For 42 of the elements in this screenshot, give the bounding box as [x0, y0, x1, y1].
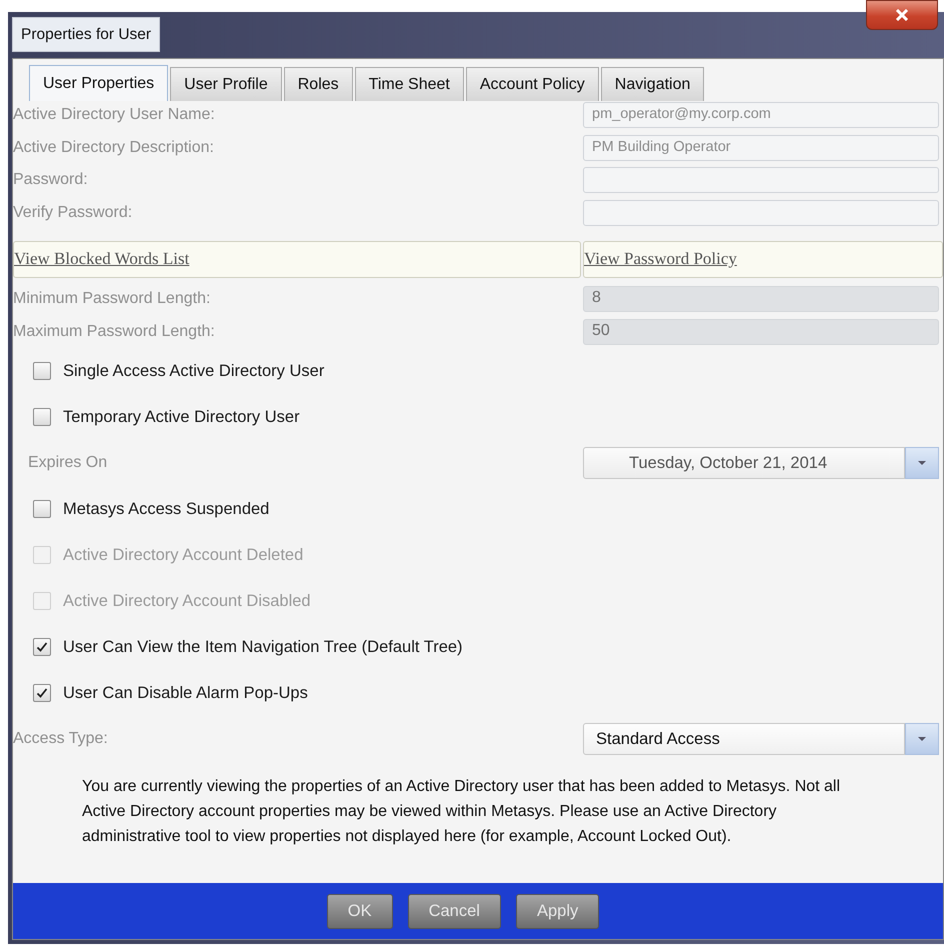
checkbox[interactable] — [33, 408, 51, 426]
checkmark-icon — [36, 641, 48, 653]
input-field[interactable] — [583, 200, 939, 226]
dropdown-arrow-icon — [917, 460, 927, 466]
checkmark-icon — [36, 687, 48, 699]
checkbox[interactable] — [33, 362, 51, 380]
checkbox-label: Single Access Active Directory User — [63, 362, 324, 380]
tab[interactable]: Navigation — [600, 67, 704, 101]
tab[interactable]: Account Policy — [466, 67, 599, 101]
field-label: Expires On — [27, 454, 108, 472]
tab[interactable]: User Properties — [29, 65, 168, 101]
tab[interactable]: Roles — [284, 67, 353, 101]
field-label: Password: — [13, 171, 89, 190]
field-label: Minimum Password Length: — [13, 290, 212, 308]
checkbox[interactable] — [33, 638, 51, 656]
window-title: Properties for User — [12, 17, 160, 52]
link[interactable]: View Blocked Words List — [13, 241, 581, 278]
tab[interactable]: User Profile — [170, 67, 282, 101]
field-label: Maximum Password Length: — [13, 322, 216, 340]
dropdown-field[interactable]: Standard Access — [583, 723, 905, 755]
field-label: Active Directory User Name: — [13, 106, 216, 124]
close-icon — [895, 9, 909, 21]
input-field[interactable]: 8 — [583, 286, 939, 312]
close-button[interactable] — [866, 0, 938, 30]
checkbox-label: User Can Disable Alarm Pop-Ups — [63, 684, 308, 702]
checkbox-label: Active Directory Account Deleted — [63, 546, 304, 564]
checkbox-label: Active Directory Account Disabled — [63, 592, 311, 610]
field-label: Verify Password: — [13, 204, 134, 222]
input-field[interactable]: 50 — [583, 318, 939, 344]
checkbox-label: User Can View the Item Navigation Tree (Default Tree) — [63, 638, 463, 656]
field-label: Active Directory Description: — [13, 138, 215, 157]
checkbox[interactable] — [33, 684, 51, 702]
checkbox-label: Metasys Access Suspended — [63, 500, 270, 518]
info-text: You are currently viewing the properties of an Active Directory user that has been added to Metasys. Not all Active Directory account properties may be viewed within Metasys. Please use an Active Directory administrative tool to view properties not displayed here (for example, Account Locked Out). — [81, 777, 842, 847]
checkbox-label: Temporary Active Directory User — [63, 408, 300, 426]
dropdown-arrow-icon — [917, 736, 927, 742]
field-label: Access Type: — [13, 730, 109, 748]
date-field[interactable]: Tuesday, October 21, 2014 — [583, 447, 905, 479]
checkbox[interactable] — [33, 500, 51, 518]
input-field[interactable] — [583, 167, 939, 194]
tab[interactable]: Time Sheet — [354, 67, 464, 101]
link[interactable]: View Password Policy — [583, 241, 943, 278]
